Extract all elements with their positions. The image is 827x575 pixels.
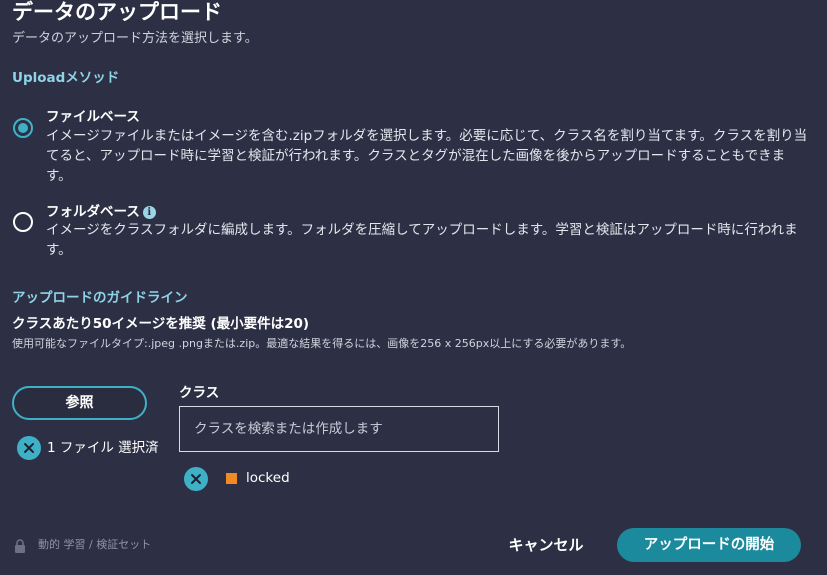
remove-tag-icon[interactable] <box>184 467 208 491</box>
guidelines-details: 使用可能なファイルタイプ:.jpeg .pngまたは.zip。最適な結果を得るに… <box>12 337 632 350</box>
upload-method-label: Uploadメソッド <box>12 70 120 86</box>
option-folder-based-description: イメージをクラスフォルダに編成します。フォルダを圧縮してアップロードします。学習… <box>46 222 798 258</box>
cancel-button[interactable]: キャンセル <box>496 528 596 562</box>
option-folder-based-title-row: フォルダベース i <box>46 203 156 221</box>
selected-file-count: 1 ファイル 選択済 <box>47 440 159 456</box>
radio-folder-based[interactable] <box>13 212 33 232</box>
lock-icon <box>14 538 26 553</box>
class-search-input[interactable]: クラスを検索または作成します <box>179 406 499 452</box>
remove-file-icon[interactable] <box>17 436 41 460</box>
guidelines-recommendation: クラスあたり50イメージを推奨 (最小要件は20) <box>12 316 310 332</box>
page-title: データのアップロード <box>12 0 222 24</box>
tag-color-swatch <box>226 473 237 484</box>
dynamic-train-validation-set-label: 動的 学習 / 検証セット <box>38 538 152 551</box>
info-icon[interactable]: i <box>142 206 156 219</box>
option-file-based-title: ファイルベース <box>46 109 140 125</box>
option-file-based-description: イメージファイルまたはイメージを含む.zipフォルダを選択します。必要に応じて、… <box>46 128 808 184</box>
tag-label: locked <box>246 470 290 486</box>
page-subtitle: データのアップロード方法を選択します。 <box>12 31 258 46</box>
option-folder-based-title: フォルダベース <box>46 204 140 220</box>
start-upload-button[interactable]: アップロードの開始 <box>617 528 801 562</box>
radio-file-based[interactable] <box>13 118 33 138</box>
guidelines-label: アップロードのガイドライン <box>12 290 188 306</box>
class-label: クラス <box>179 385 220 401</box>
browse-button[interactable]: 参照 <box>12 386 147 420</box>
